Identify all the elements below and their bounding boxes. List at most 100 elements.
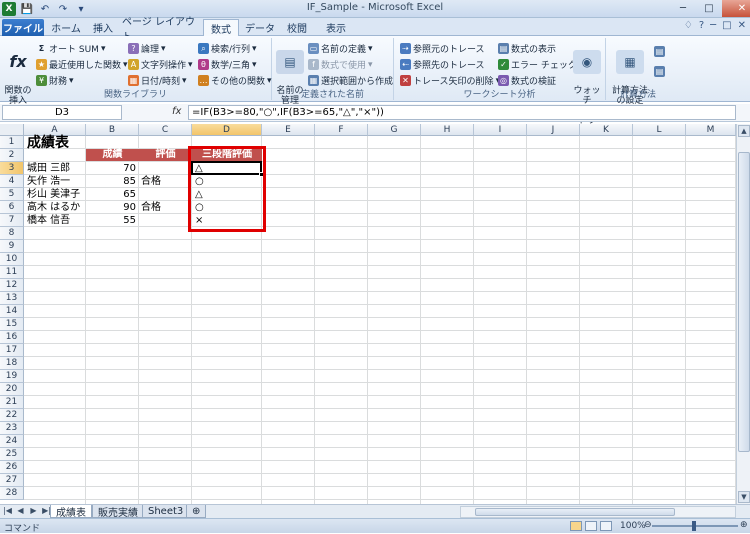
zoom-slider-knob[interactable] (692, 521, 696, 531)
row-header-1[interactable]: 1 (0, 136, 24, 149)
page-layout-view-icon[interactable] (585, 521, 597, 531)
cell-C6-eval[interactable]: 合格 (139, 201, 192, 214)
row-header-5[interactable]: 5 (0, 188, 24, 201)
trace-precedents-button[interactable]: ⇢ 参照元のトレース (400, 42, 485, 55)
calc-sheet-button[interactable]: ▤ (654, 66, 665, 77)
cell-C3-eval[interactable] (139, 162, 192, 175)
remove-arrows-button[interactable]: ✕トレース矢印の削除 ▾ (400, 74, 500, 87)
tab-review[interactable]: 校閲 (280, 19, 314, 36)
sheet-tab-grades[interactable]: 成績表 (50, 505, 92, 519)
cell-C4-eval[interactable]: 合格 (139, 175, 192, 188)
cell-C5-eval[interactable] (139, 188, 192, 201)
horizontal-scroll-thumb[interactable] (475, 508, 675, 516)
column-header-D[interactable]: D (192, 124, 262, 136)
other-functions-button[interactable]: … その他の関数 ▾ (198, 74, 272, 87)
wb-minimize-icon[interactable]: ─ (710, 20, 716, 31)
text-button[interactable]: A 文字列操作 ▾ (128, 58, 193, 71)
row-header-11[interactable]: 11 (0, 266, 24, 279)
cell-B3-score[interactable]: 70 (86, 162, 139, 175)
sheet-tab-sales[interactable]: 販売実績 (92, 505, 144, 519)
column-header-F[interactable]: F (315, 124, 368, 136)
column-header-H[interactable]: H (421, 124, 474, 136)
cell-B2-header[interactable]: 成績 (86, 149, 139, 161)
row-header-23[interactable]: 23 (0, 422, 24, 435)
row-header-10[interactable]: 10 (0, 253, 24, 266)
row-header-6[interactable]: 6 (0, 201, 24, 214)
zoom-level[interactable]: 100% (620, 521, 646, 531)
horizontal-scrollbar[interactable] (460, 506, 736, 518)
worksheet-grid[interactable]: A B C D E F G H I J K L M 1 2 3 4 5 6 7 8 9 10 11 12 13 14 15 16 17 18… (0, 124, 736, 504)
cell-B7-score[interactable]: 55 (86, 214, 139, 227)
column-header-B[interactable]: B (86, 124, 139, 136)
name-box[interactable]: D3 (2, 105, 122, 120)
select-all-corner[interactable] (0, 124, 24, 136)
cell-B4-score[interactable]: 85 (86, 175, 139, 188)
cell-A1-title[interactable]: 成績表 (24, 136, 86, 150)
vertical-scroll-thumb[interactable] (738, 152, 750, 452)
new-sheet-icon[interactable]: ⊕ (186, 505, 207, 518)
row-header-15[interactable]: 15 (0, 318, 24, 331)
datetime-button[interactable]: ▦ 日付/時刻 ▾ (128, 74, 187, 87)
tab-page-layout[interactable]: ページ レイアウト (122, 17, 200, 43)
row-header-22[interactable]: 22 (0, 409, 24, 422)
financial-button[interactable]: ¥ 財務 ▾ (36, 74, 74, 87)
help-icon[interactable]: ? (699, 20, 704, 31)
cell-A7-name[interactable]: 橋本 信吾 (24, 214, 86, 227)
evaluate-formula-button[interactable]: ◎ 数式の検証 (498, 74, 556, 87)
column-header-L[interactable]: L (633, 124, 686, 136)
cell-B6-score[interactable]: 90 (86, 201, 139, 214)
row-header-20[interactable]: 20 (0, 383, 24, 396)
zoom-out-icon[interactable]: ⊖ (644, 520, 652, 530)
tab-view[interactable]: 表示 (318, 19, 354, 36)
row-header-14[interactable]: 14 (0, 305, 24, 318)
row-header-8[interactable]: 8 (0, 227, 24, 240)
define-name-button[interactable]: ▭ 名前の定義 ▾ (308, 42, 373, 55)
minimize-button[interactable]: ─ (670, 0, 696, 17)
prev-sheet-icon[interactable]: ◀ (15, 506, 26, 515)
formula-input[interactable]: =IF(B3>=80,"○",IF(B3>=65,"△","×")) (188, 105, 736, 120)
math-button[interactable]: θ 数学/三角 ▾ (198, 58, 257, 71)
calc-now-button[interactable]: ▤ (654, 46, 665, 57)
row-header-28[interactable]: 28 (0, 487, 24, 500)
tab-data[interactable]: データ (243, 19, 277, 36)
row-header-26[interactable]: 26 (0, 461, 24, 474)
create-from-selection-button[interactable]: ▦ 選択範囲から作成 (308, 74, 393, 87)
zoom-slider[interactable] (652, 521, 738, 531)
first-sheet-icon[interactable]: |◀ (2, 506, 13, 515)
cell-A6-name[interactable]: 高木 はるか (24, 201, 86, 214)
scroll-up-icon[interactable]: ▲ (738, 125, 750, 137)
insert-function-fx-icon[interactable]: fx (172, 106, 181, 117)
vertical-scrollbar[interactable]: ▲ ▼ (736, 124, 750, 504)
show-formulas-button[interactable]: ▤ 数式の表示 (498, 42, 556, 55)
tab-file[interactable]: ファイル (2, 19, 44, 36)
recent-functions-button[interactable]: ★ 最近使用した関数 ▾ (36, 58, 128, 71)
next-sheet-icon[interactable]: ▶ (28, 506, 39, 515)
column-header-E[interactable]: E (262, 124, 315, 136)
close-button[interactable]: ✕ (722, 0, 750, 17)
cell-A4-name[interactable]: 矢作 浩一 (24, 175, 86, 188)
logical-button[interactable]: ? 論理 ▾ (128, 42, 166, 55)
tab-insert[interactable]: 挿入 (88, 19, 118, 36)
cell-A3-name[interactable]: 城田 三郎 (24, 162, 86, 175)
tab-formulas[interactable]: 数式 (203, 19, 239, 37)
cell-C7-eval[interactable] (139, 214, 192, 227)
column-header-M[interactable]: M (686, 124, 736, 136)
zoom-in-icon[interactable]: ⊕ (740, 520, 748, 530)
trace-dependents-button[interactable]: ⇠ 参照先のトレース (400, 58, 485, 71)
ribbon-minimize-icon[interactable]: ♢ (684, 20, 693, 31)
row-header-9[interactable]: 9 (0, 240, 24, 253)
lookup-button[interactable]: ⌕ 検索/行列 ▾ (198, 42, 257, 55)
wb-close-icon[interactable]: ✕ (738, 20, 746, 31)
scroll-down-icon[interactable]: ▼ (738, 491, 750, 503)
tab-home[interactable]: ホーム (48, 19, 84, 36)
column-header-J[interactable]: J (527, 124, 580, 136)
page-break-view-icon[interactable] (600, 521, 612, 531)
row-header-16[interactable]: 16 (0, 331, 24, 344)
row-header-24[interactable]: 24 (0, 435, 24, 448)
autosum-button[interactable]: Σ オート SUM ▾ (36, 42, 106, 56)
cell-B5-score[interactable]: 65 (86, 188, 139, 201)
row-header-12[interactable]: 12 (0, 279, 24, 292)
row-header-18[interactable]: 18 (0, 357, 24, 370)
sheet-tab-sheet3[interactable]: Sheet3 (142, 505, 190, 518)
row-header-7[interactable]: 7 (0, 214, 24, 227)
